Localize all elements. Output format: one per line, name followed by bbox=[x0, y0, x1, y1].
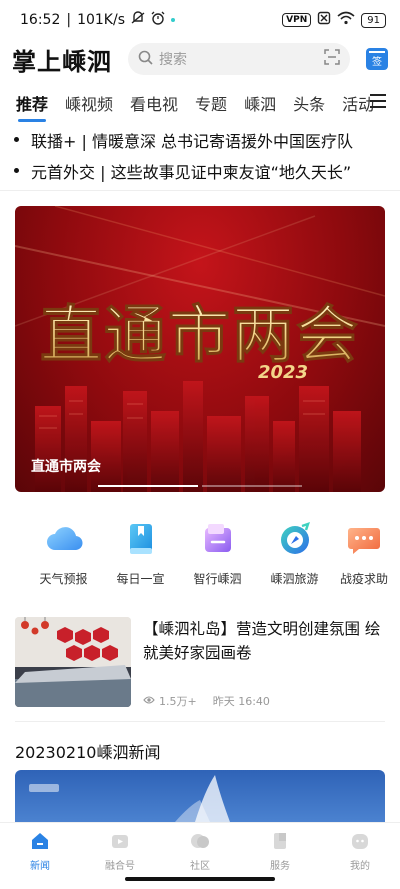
sign-in-icon[interactable]: 签 bbox=[366, 48, 388, 70]
headline-text: 元首外交 | 这些故事见证中柬友谊“地久天长” bbox=[31, 162, 352, 182]
news-item[interactable]: 【嵊泗礼岛】营造文明创建氛围 绘就美好家园画卷 1.5万+ 昨天 16:40 bbox=[15, 617, 385, 709]
service-daily[interactable]: 每日一宣 bbox=[102, 514, 179, 598]
community-icon bbox=[191, 834, 209, 848]
media-icon bbox=[112, 835, 128, 848]
folder-icon bbox=[204, 524, 231, 552]
app-logo: 掌上嵊泗 bbox=[12, 46, 112, 76]
video-thumbnail[interactable] bbox=[15, 770, 385, 822]
search-input[interactable]: 搜索 bbox=[159, 49, 324, 69]
nav-profile[interactable]: 我的 bbox=[320, 823, 400, 889]
banner-caption: 直通市两会 bbox=[31, 459, 101, 475]
status-separator: | bbox=[66, 12, 72, 28]
battery-indicator: 91 bbox=[361, 12, 386, 28]
service-label: 智行嵊泗 bbox=[193, 572, 242, 586]
service-label-partial: 助 bbox=[0, 570, 25, 587]
tab-headlines[interactable]: 头条 bbox=[293, 91, 325, 115]
menu-icon[interactable] bbox=[370, 94, 386, 108]
home-icon bbox=[32, 833, 48, 849]
service-travel-smart[interactable]: 智行嵊泗 bbox=[179, 514, 256, 598]
search-bar[interactable]: 搜索 bbox=[128, 43, 350, 75]
search-icon bbox=[138, 50, 153, 69]
notification-dot-icon bbox=[171, 18, 175, 22]
carousel-dot bbox=[202, 485, 302, 487]
headline-item[interactable]: 元首外交 | 这些故事见证中柬友谊“地久天长” bbox=[0, 155, 400, 186]
headline-list: 联播+ | 情暖意深 总书记寄语援外中国医疗队 元首外交 | 这些故事见证中柬友… bbox=[0, 124, 400, 186]
book-icon bbox=[129, 524, 152, 554]
service-label: 战疫求助 bbox=[339, 572, 388, 586]
carousel-dot bbox=[98, 485, 198, 487]
bullet-icon bbox=[14, 168, 19, 173]
tab-recommend[interactable]: 推荐 bbox=[16, 91, 48, 122]
channel-tabs: 推荐 嵊视频 看电视 专题 嵊泗 头条 活动 bbox=[0, 84, 400, 122]
home-indicator[interactable] bbox=[125, 877, 275, 881]
tab-shengsi[interactable]: 嵊泗 bbox=[244, 91, 276, 115]
service-item-partial[interactable]: 助 bbox=[0, 514, 25, 598]
network-speed: 101K/s bbox=[77, 12, 125, 28]
service-shortcuts: 助 天气预报 每日一宣 智行嵊泗 bbox=[0, 514, 400, 598]
alarm-icon bbox=[151, 11, 165, 29]
app-header: 掌上嵊泗 搜索 签 bbox=[0, 40, 400, 78]
divider bbox=[0, 190, 400, 191]
service-tourism[interactable]: 嵊泗旅游 bbox=[256, 514, 333, 598]
section-title[interactable]: 20230210嵊泗新闻 bbox=[15, 739, 160, 763]
profile-icon bbox=[352, 834, 368, 849]
banner-image: 直通市两会 2023 bbox=[15, 206, 385, 492]
nav-label: 服务 bbox=[270, 861, 290, 872]
service-label: 嵊泗旅游 bbox=[270, 572, 319, 586]
service-help[interactable]: 战疫求助 bbox=[333, 514, 395, 598]
news-thumbnail bbox=[15, 617, 131, 707]
news-views: 1.5万+ bbox=[159, 695, 197, 708]
carousel-indicator bbox=[15, 485, 385, 487]
weather-cloud-icon bbox=[46, 527, 83, 551]
service-weather[interactable]: 天气预报 bbox=[25, 514, 102, 598]
divider bbox=[15, 721, 385, 722]
service-label: 天气预报 bbox=[39, 572, 88, 586]
tab-tv[interactable]: 看电视 bbox=[130, 91, 178, 115]
nav-label: 融合号 bbox=[105, 861, 135, 872]
banner-year: 2023 bbox=[258, 362, 308, 383]
nav-label: 新闻 bbox=[30, 861, 50, 872]
tab-video[interactable]: 嵊视频 bbox=[65, 91, 113, 115]
banner-headline: 直通市两会 bbox=[40, 298, 360, 371]
nav-label: 社区 bbox=[190, 861, 210, 872]
views-icon bbox=[143, 695, 155, 708]
compass-icon bbox=[280, 522, 310, 554]
news-title: 【嵊泗礼岛】营造文明创建氛围 绘就美好家园画卷 bbox=[143, 620, 381, 662]
service-icon bbox=[274, 833, 286, 849]
sign-in-label: 签 bbox=[372, 57, 382, 68]
tab-topics[interactable]: 专题 bbox=[195, 91, 227, 115]
status-time: 16:52 bbox=[20, 12, 61, 28]
no-sim-icon bbox=[317, 11, 331, 29]
wifi-icon bbox=[337, 11, 355, 29]
headline-text: 联播+ | 情暖意深 总书记寄语援外中国医疗队 bbox=[31, 131, 354, 151]
nav-label: 我的 bbox=[350, 861, 370, 872]
headline-item[interactable]: 联播+ | 情暖意深 总书记寄语援外中国医疗队 bbox=[0, 124, 400, 155]
bullet-icon bbox=[14, 137, 19, 142]
status-bar: 16:52 | 101K/s VPN 91 bbox=[0, 0, 400, 40]
mute-icon bbox=[131, 11, 145, 29]
nav-news[interactable]: 新闻 bbox=[0, 823, 80, 889]
news-meta: 1.5万+ 昨天 16:40 bbox=[143, 693, 270, 709]
service-label: 每日一宣 bbox=[116, 572, 165, 586]
chat-bubble-icon bbox=[348, 528, 380, 554]
scan-icon[interactable] bbox=[324, 49, 340, 69]
vpn-badge: VPN bbox=[282, 13, 312, 27]
news-time: 昨天 16:40 bbox=[212, 695, 270, 708]
banner-carousel[interactable]: 直通市两会 2023 直通市两会 bbox=[15, 206, 385, 492]
